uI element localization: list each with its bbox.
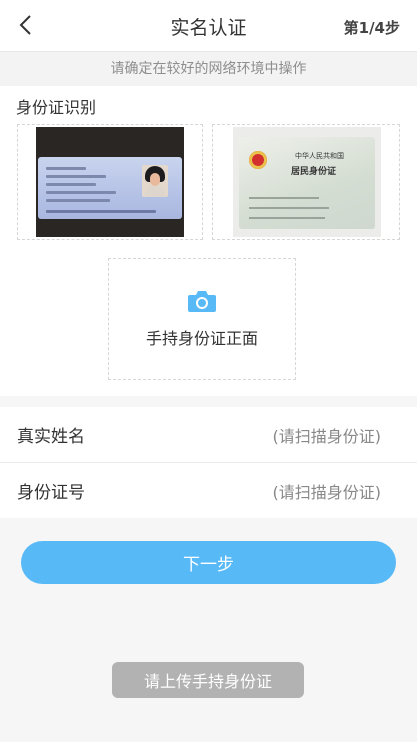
identity-form: 真实姓名 (请扫描身份证) 身份证号 (请扫描身份证)	[0, 407, 417, 518]
hand-held-label: 手持身份证正面	[145, 329, 258, 348]
hand-held-id-upload[interactable]: 手持身份证正面	[108, 258, 296, 380]
name-label: 真实姓名	[17, 427, 85, 447]
id-number-label: 身份证号	[17, 483, 85, 503]
id-number-value: (请扫描身份证)	[272, 482, 382, 502]
top-bar: 实名认证 第1/4步	[0, 0, 417, 52]
id-back-card-image: 中华人民共和国 居民身份证	[239, 137, 375, 229]
id-front-card-image	[38, 157, 182, 219]
section-title: 身份证识别	[16, 98, 97, 117]
id-front-upload[interactable]	[17, 124, 203, 240]
id-upload-section: 身份证识别 中华人民共和国 居民身份证 手持身份证正面	[0, 86, 417, 396]
name-row: 真实姓名 (请扫描身份证)	[0, 407, 417, 463]
network-notice: 请确定在较好的网络环境中操作	[0, 52, 417, 86]
name-value: (请扫描身份证)	[272, 426, 382, 446]
next-step-button[interactable]: 下一步	[21, 541, 396, 584]
step-indicator: 第1/4步	[343, 19, 400, 37]
id-number-row: 身份证号 (请扫描身份证)	[0, 463, 417, 518]
id-back-upload[interactable]: 中华人民共和国 居民身份证	[212, 124, 400, 240]
national-emblem-icon	[249, 151, 267, 169]
id-back-photo: 中华人民共和国 居民身份证	[233, 127, 381, 237]
camera-icon	[188, 291, 216, 312]
id-front-photo	[36, 127, 184, 237]
portrait-photo	[142, 165, 168, 197]
toast-message: 请上传手持身份证	[112, 662, 304, 698]
